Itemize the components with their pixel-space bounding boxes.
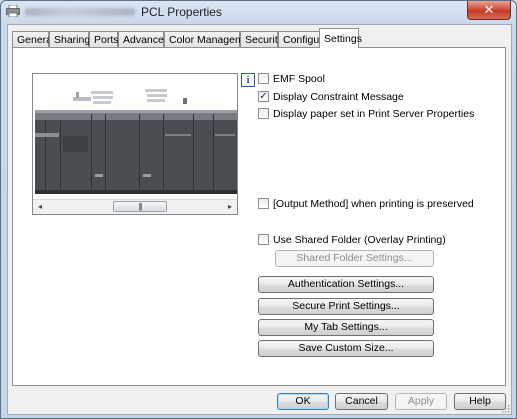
cancel-button[interactable]: Cancel	[335, 393, 388, 410]
display-constraint-message-label: Display Constraint Message	[273, 91, 404, 103]
authentication-settings-button[interactable]: Authentication Settings...	[258, 276, 434, 293]
display-paper-set-checkbox-box[interactable]	[258, 108, 269, 119]
close-button[interactable]: ✕	[467, 1, 511, 20]
preview-horizontal-scrollbar[interactable]: ◂ ||| ▸	[33, 199, 237, 214]
secure-print-settings-button[interactable]: Secure Print Settings...	[258, 298, 434, 315]
blurred-printer-name	[25, 8, 135, 16]
use-shared-folder-checkbox-box[interactable]	[258, 234, 269, 245]
apply-button[interactable]: Apply	[395, 393, 447, 410]
info-icon[interactable]: i	[241, 73, 255, 87]
properties-window: PCL Properties ✕ General Sharing Ports A…	[0, 0, 517, 419]
printer-illustration	[35, 89, 237, 194]
resize-grip-icon[interactable]	[500, 403, 510, 413]
display-paper-set-label: Display paper set in Print Server Proper…	[273, 108, 475, 120]
tab-color-management[interactable]: Color Management	[164, 31, 258, 47]
printer-icon	[6, 5, 20, 17]
scroll-left-arrow-icon[interactable]: ◂	[33, 200, 47, 214]
emf-spool-label: EMF Spool	[273, 73, 325, 85]
window-title: PCL Properties	[141, 5, 222, 19]
shared-folder-settings-button[interactable]: Shared Folder Settings...	[275, 250, 434, 267]
title-bar[interactable]: PCL Properties ✕	[1, 1, 516, 23]
tab-sharing[interactable]: Sharing	[49, 31, 90, 47]
my-tab-settings-button[interactable]: My Tab Settings...	[258, 319, 434, 336]
tab-ports[interactable]: Ports	[89, 31, 119, 47]
ok-button[interactable]: OK	[277, 393, 329, 410]
save-custom-size-button[interactable]: Save Custom Size...	[258, 340, 434, 357]
tab-security[interactable]: Security	[240, 31, 283, 47]
dialog-body: General Sharing Ports Advanced Color Man…	[7, 24, 512, 415]
settings-panel: ◂ ||| ▸ i EMF Spool ✓ Display Constraint…	[12, 47, 506, 386]
emf-spool-checkbox-box[interactable]	[258, 73, 269, 84]
scrollbar-thumb[interactable]: |||	[113, 201, 167, 212]
scroll-right-arrow-icon[interactable]: ▸	[223, 200, 237, 214]
output-method-label: [Output Method] when printing is preserv…	[273, 198, 474, 210]
display-constraint-checkmark-icon[interactable]: ✓	[258, 91, 269, 102]
tab-settings[interactable]: Settings	[319, 28, 362, 48]
output-method-checkbox-box[interactable]	[258, 198, 269, 209]
use-shared-folder-label: Use Shared Folder (Overlay Printing)	[273, 234, 446, 246]
tab-configure[interactable]: Configure	[278, 31, 329, 47]
tab-general[interactable]: General	[12, 31, 54, 47]
tab-advanced[interactable]: Advanced	[118, 31, 170, 47]
printer-preview: ◂ ||| ▸	[32, 73, 238, 215]
help-button[interactable]: Help	[454, 393, 506, 410]
